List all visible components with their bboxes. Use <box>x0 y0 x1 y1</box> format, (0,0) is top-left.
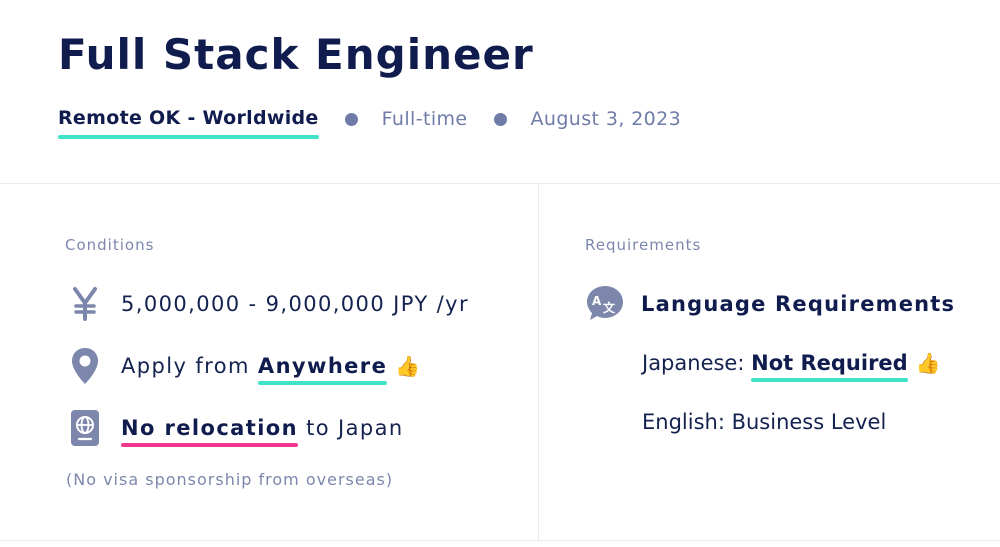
job-header: Full Stack Engineer Remote OK - Worldwid… <box>0 0 1000 184</box>
apply-from-prefix: Apply from <box>121 354 250 378</box>
language-requirements-heading: A 文 Language Requirements <box>585 284 955 324</box>
relocation-row: No relocation to Japan <box>66 408 404 448</box>
relocation-highlight: No relocation <box>121 416 298 440</box>
visa-note: (No visa sponsorship from overseas) <box>66 470 394 489</box>
passport-icon <box>66 408 104 448</box>
japanese-label: Japanese: <box>642 351 745 375</box>
map-pin-icon <box>66 346 104 386</box>
yen-icon <box>66 284 104 324</box>
thumbs-up-icon: 👍 <box>915 351 941 375</box>
english-requirement: English: Business Level <box>642 410 887 434</box>
relocation-text: No relocation to Japan <box>121 416 404 440</box>
separator-dot <box>493 112 507 126</box>
separator-dot <box>344 112 358 126</box>
language-requirements-title: Language Requirements <box>641 292 956 316</box>
section-bottom-border <box>0 540 1000 541</box>
translate-icon: A 文 <box>585 284 625 324</box>
apply-from-text: Apply from Anywhere 👍 <box>121 354 422 378</box>
salary-row: 5,000,000 - 9,000,000 JPY /yr <box>66 284 469 324</box>
japanese-value: Not Required <box>751 351 908 375</box>
job-title: Full Stack Engineer <box>58 30 534 79</box>
job-type: Full-time <box>381 108 468 130</box>
svg-text:文: 文 <box>603 300 616 315</box>
salary-range: 5,000,000 - 9,000,000 JPY /yr <box>121 292 469 316</box>
relocation-suffix: to Japan <box>306 416 404 440</box>
apply-from-row: Apply from Anywhere 👍 <box>66 346 422 386</box>
column-divider <box>538 185 539 540</box>
job-date: August 3, 2023 <box>530 108 682 130</box>
japanese-requirement: Japanese: Not Required 👍 <box>642 351 941 375</box>
apply-from-highlight: Anywhere <box>257 354 388 378</box>
thumbs-up-icon: 👍 <box>395 354 422 378</box>
svg-text:A: A <box>592 294 602 308</box>
conditions-label: Conditions <box>65 236 155 254</box>
job-meta: Remote OK - Worldwide Full-time August 3… <box>58 102 682 139</box>
requirements-label: Requirements <box>585 236 702 254</box>
job-location[interactable]: Remote OK - Worldwide <box>58 107 319 139</box>
